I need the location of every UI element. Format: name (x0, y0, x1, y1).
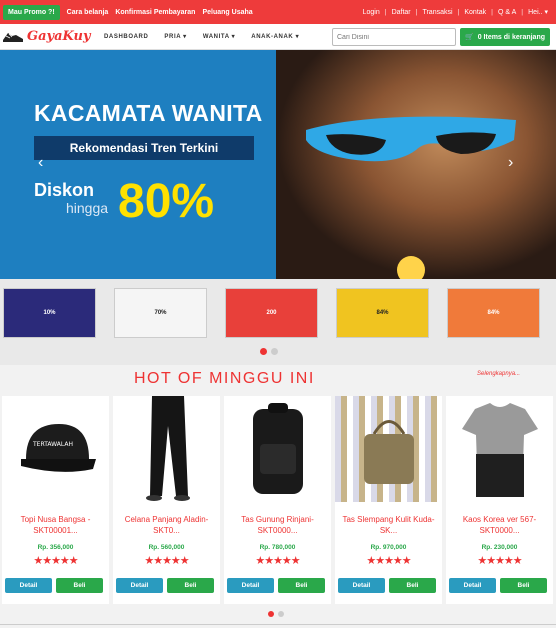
cap-image: TERTAWALAH (20, 424, 96, 472)
cart-label: 0 Items di keranjang (477, 33, 546, 41)
product-card: TERTAWALAH Topi Nusa Bangsa - SKT00001..… (2, 396, 109, 604)
thumb-indicator-active[interactable] (260, 348, 267, 355)
product-image[interactable] (113, 396, 220, 502)
product-image[interactable] (335, 396, 442, 502)
rating-stars: ★★★★★ (33, 555, 78, 567)
hero-discount-word: Diskon (34, 180, 95, 200)
backpack-image (252, 403, 303, 494)
handbag-image (363, 420, 414, 484)
buy-button[interactable]: Beli (278, 578, 325, 593)
product-image[interactable] (446, 396, 553, 502)
product-list: TERTAWALAH Topi Nusa Bangsa - SKT00001..… (0, 396, 556, 606)
promo-thumb-text: 84% (487, 310, 500, 316)
promo-thumb-4[interactable]: 84% (336, 288, 429, 338)
qa-link[interactable]: Q & A (498, 9, 516, 16)
rating-stars: ★★★★★ (255, 555, 300, 567)
hero-title: KACAMATA WANITA (34, 100, 263, 126)
detail-button[interactable]: Detail (5, 578, 52, 593)
main-navbar: GayaKuy DASHBOARD PRIA ▾ WANITA ▾ ANAK-A… (0, 24, 556, 50)
product-card: Tas Gunung Rinjani-SKT0000... Rp. 780,00… (224, 396, 331, 604)
hero-percent: 80% (118, 175, 215, 228)
detail-button[interactable]: Detail (116, 578, 163, 593)
product-name[interactable]: Tas Slempang Kulit Kuda-SK... (335, 514, 442, 536)
buy-button[interactable]: Beli (167, 578, 214, 593)
buy-button[interactable]: Beli (56, 578, 103, 593)
product-card: Kaos Korea ver 567-SKT0000... Rp. 230,00… (446, 396, 553, 604)
cart-button[interactable]: 🛒 0 Items di keranjang (460, 28, 550, 46)
search-input[interactable] (332, 28, 456, 46)
product-name[interactable]: Kaos Korea ver 567-SKT0000... (446, 514, 553, 536)
product-carousel-indicators (268, 611, 284, 617)
svg-text:TERTAWALAH: TERTAWALAH (32, 441, 73, 448)
product-price: Rp. 780,000 (259, 544, 296, 551)
product-card: Tas Slempang Kulit Kuda-SK... Rp. 970,00… (335, 396, 442, 604)
rating-stars: ★★★★★ (366, 555, 411, 567)
hero-banner[interactable]: KACAMATA WANITA Rekomendasi Tren Terkini… (0, 50, 556, 279)
nav-wanita[interactable]: WANITA ▾ (203, 33, 235, 40)
kontak-link[interactable]: Kontak (464, 9, 486, 16)
sunglasses-image (306, 116, 516, 279)
top-bar: Mau Promo ?! Cara belanja Konfirmasi Pem… (0, 0, 556, 24)
tshirt-image (461, 403, 538, 497)
promo-thumb-text: 10% (43, 310, 56, 316)
product-price: Rp. 970,000 (370, 544, 407, 551)
product-name[interactable]: Topi Nusa Bangsa - SKT00001... (2, 514, 109, 536)
product-card: Celana Panjang Aladin-SKT0... Rp. 560,00… (113, 396, 220, 604)
promo-thumb-text: 70% (154, 310, 167, 316)
see-more-link[interactable]: Selengkapnya... (477, 371, 520, 377)
promo-thumb-text: 200 (266, 310, 277, 316)
product-price: Rp. 560,000 (148, 544, 185, 551)
promo-thumb-1[interactable]: 10% (3, 288, 96, 338)
product-indicator[interactable] (278, 611, 284, 617)
promo-thumb-3[interactable]: 200 (225, 288, 318, 338)
pants-image (145, 396, 190, 501)
user-greeting: Hei.. (528, 9, 543, 16)
promo-thumbnails: 10% 70% 200 84% 84% (0, 279, 556, 365)
hero-model-image (276, 50, 556, 279)
product-image[interactable] (224, 396, 331, 502)
thumb-indicator[interactable] (271, 348, 278, 355)
detail-button[interactable]: Detail (449, 578, 496, 593)
product-price: Rp. 230,000 (481, 544, 518, 551)
shoe-icon (3, 32, 23, 42)
nav-dashboard[interactable]: DASHBOARD (104, 34, 148, 40)
detail-button[interactable]: Detail (338, 578, 385, 593)
product-name[interactable]: Celana Panjang Aladin-SKT0... (113, 514, 220, 536)
buy-button[interactable]: Beli (500, 578, 547, 593)
user-icon: ▾ (544, 9, 548, 16)
cara-belanja-link[interactable]: Cara belanja (67, 9, 109, 16)
brand-name: GayaKuy (27, 29, 91, 44)
nav-pria[interactable]: PRIA ▾ (164, 33, 186, 40)
product-price: Rp. 356,000 (37, 544, 74, 551)
buy-button[interactable]: Beli (389, 578, 436, 593)
daftar-link[interactable]: Daftar (392, 9, 411, 16)
detail-button[interactable]: Detail (227, 578, 274, 593)
product-indicator-active[interactable] (268, 611, 274, 617)
login-link[interactable]: Login (363, 9, 380, 16)
promo-thumb-text: 84% (376, 310, 389, 316)
carousel-prev-icon[interactable]: ‹ (38, 154, 43, 172)
rating-stars: ★★★★★ (144, 555, 189, 567)
cart-icon: 🛒 (464, 34, 474, 41)
rating-stars: ★★★★★ (477, 555, 522, 567)
brand-logo[interactable]: GayaKuy (2, 29, 98, 44)
promo-thumb-2[interactable]: 70% (114, 288, 207, 338)
top-right-links: Login | Daftar | Transaksi | Kontak | Q & A |… (362, 8, 548, 17)
product-image[interactable]: TERTAWALAH (2, 396, 109, 502)
promo-thumb-5[interactable]: 84% (447, 288, 540, 338)
section-title: HOT OF MINGGU INI (134, 370, 315, 387)
divider (0, 624, 556, 625)
hero-hingga: hingga (66, 200, 109, 216)
promo-button[interactable]: Mau Promo ?! (3, 4, 60, 20)
transaksi-link[interactable]: Transaksi (422, 9, 452, 16)
product-name[interactable]: Tas Gunung Rinjani-SKT0000... (224, 514, 331, 536)
peluang-usaha-link[interactable]: Peluang Usaha (202, 9, 252, 16)
thumb-indicators (260, 348, 278, 355)
nav-anak-anak[interactable]: ANAK-ANAK ▾ (251, 33, 299, 40)
user-menu[interactable]: Hei.. ▾ (528, 8, 548, 16)
carousel-next-icon[interactable]: › (508, 154, 513, 172)
hero-subtitle: Rekomendasi Tren Terkini (34, 136, 254, 160)
konfirmasi-pembayaran-link[interactable]: Konfirmasi Pembayaran (115, 9, 195, 16)
